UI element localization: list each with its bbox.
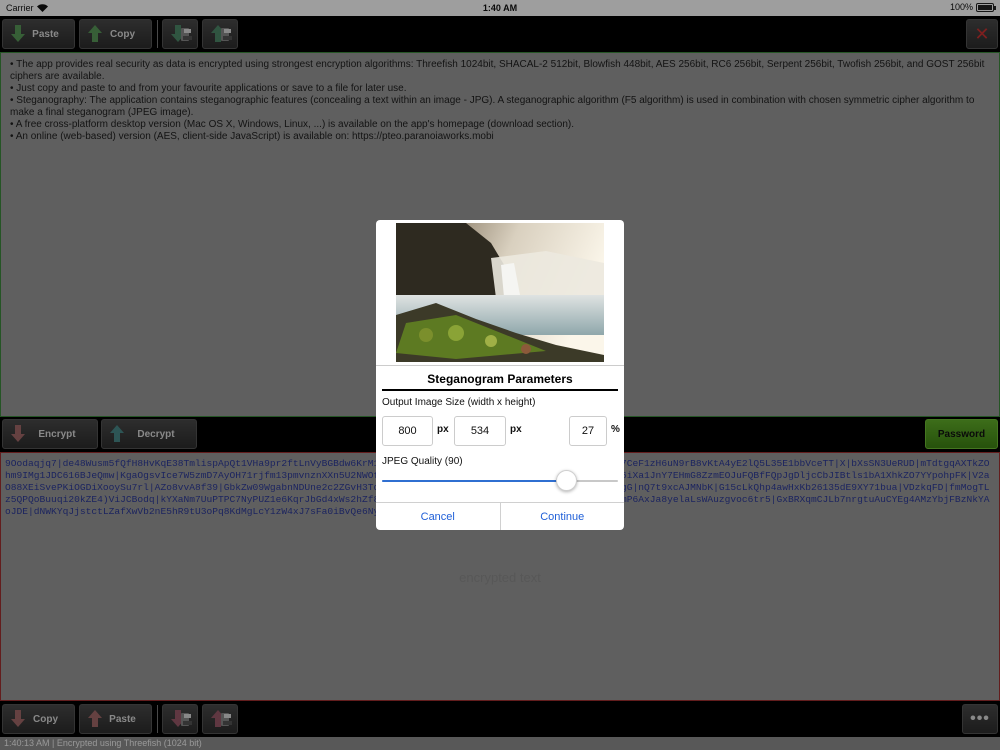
percent-field[interactable]: 27: [569, 416, 607, 446]
slider-thumb[interactable]: [555, 470, 577, 491]
waterfall-photo: [396, 223, 604, 362]
width-field[interactable]: 800: [382, 416, 433, 446]
height-unit: px: [510, 424, 522, 435]
cancel-button[interactable]: Cancel: [376, 503, 500, 530]
waterfall-image: [396, 223, 604, 362]
slider-fill: [382, 480, 567, 482]
dialog-buttons: Cancel Continue: [376, 502, 624, 530]
continue-button[interactable]: Continue: [499, 503, 625, 530]
quality-slider[interactable]: [382, 470, 618, 491]
size-label: Output Image Size (width x height): [382, 397, 536, 408]
dialog-title: Steganogram Parameters: [382, 370, 618, 391]
steganogram-dialog: Steganogram Parameters Output Image Size…: [376, 220, 624, 530]
width-unit: px: [437, 424, 449, 435]
divider: [376, 365, 624, 366]
percent-unit: %: [611, 424, 620, 435]
quality-label: JPEG Quality (90): [382, 456, 463, 467]
height-field[interactable]: 534: [454, 416, 506, 446]
